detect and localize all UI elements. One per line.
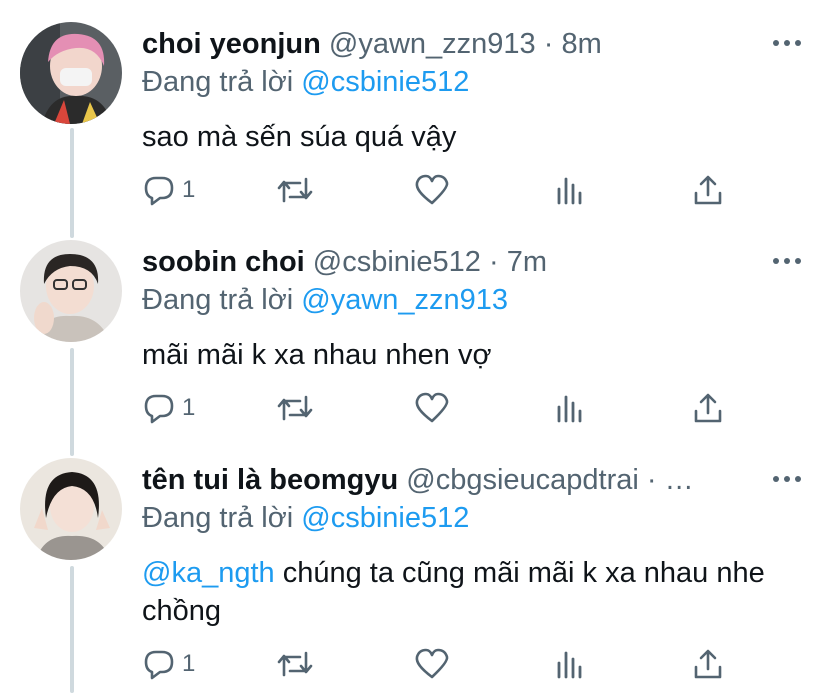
- tweet-text: mãi mãi k xa nhau nhen vợ: [142, 336, 802, 374]
- reply-to-mention[interactable]: @csbinie512: [301, 66, 469, 98]
- avatar[interactable]: [20, 22, 122, 124]
- tweet[interactable]: choi yeonjun @yawn_zzn913 · 8m Đang trả …: [0, 22, 828, 222]
- retweet-button[interactable]: [276, 170, 314, 210]
- reply-button[interactable]: 1: [142, 388, 195, 428]
- timestamp[interactable]: 7m: [507, 246, 547, 278]
- action-bar: 1: [142, 644, 742, 684]
- retweet-icon: [276, 391, 314, 425]
- retweet-button[interactable]: [276, 388, 314, 428]
- replying-prefix: Đang trả lời: [142, 66, 294, 98]
- heart-icon: [414, 647, 450, 681]
- analytics-icon: [554, 173, 586, 207]
- reply-icon: [142, 173, 176, 207]
- action-bar: 1: [142, 170, 742, 210]
- reply-to-mention[interactable]: @yawn_zzn913: [301, 284, 508, 316]
- tweet-text-content: mãi mãi k xa nhau nhen vợ: [142, 339, 492, 371]
- heart-icon: [414, 391, 450, 425]
- reply-icon: [142, 391, 176, 425]
- separator: ·: [646, 464, 657, 496]
- share-button[interactable]: [692, 170, 724, 210]
- like-button[interactable]: [414, 170, 450, 210]
- views-button[interactable]: [554, 644, 586, 684]
- retweet-icon: [276, 173, 314, 207]
- avatar[interactable]: [20, 240, 122, 342]
- tweet-text: @ka_ngth chúng ta cũng mãi mãi k xa nhau…: [142, 554, 802, 630]
- share-icon: [692, 173, 724, 207]
- separator: ·: [488, 246, 499, 278]
- reply-count: 1: [182, 650, 196, 677]
- replying-to: Đang trả lời @csbinie512: [142, 64, 469, 100]
- reply-icon: [142, 647, 176, 681]
- author-handle[interactable]: @yawn_zzn913: [329, 28, 536, 60]
- analytics-icon: [554, 391, 586, 425]
- avatar[interactable]: [20, 458, 122, 560]
- more-horizontal-icon[interactable]: [772, 254, 802, 268]
- action-bar: 1: [142, 388, 742, 428]
- views-button[interactable]: [554, 170, 586, 210]
- tweet-header: tên tui là beomgyu @cbgsieucapdtrai · …: [142, 462, 768, 498]
- author-handle[interactable]: @cbgsieucapdtrai: [406, 464, 639, 496]
- tweet-text: sao mà sến súa quá vậy: [142, 118, 802, 156]
- author-handle[interactable]: @csbinie512: [313, 246, 481, 278]
- share-icon: [692, 391, 724, 425]
- share-button[interactable]: [692, 644, 724, 684]
- reply-count: 1: [182, 394, 196, 421]
- like-button[interactable]: [414, 388, 450, 428]
- separator: ·: [543, 28, 554, 60]
- text-mention[interactable]: @ka_ngth: [142, 557, 275, 589]
- tweet-text-content: sao mà sến súa quá vậy: [142, 121, 457, 153]
- reply-button[interactable]: 1: [142, 644, 195, 684]
- timestamp[interactable]: 8m: [561, 28, 601, 60]
- replying-to: Đang trả lời @csbinie512: [142, 500, 469, 536]
- author-name[interactable]: tên tui là beomgyu: [142, 464, 398, 496]
- tweet[interactable]: soobin choi @csbinie512 · 7m Đang trả lờ…: [0, 240, 828, 440]
- replying-to: Đang trả lời @yawn_zzn913: [142, 282, 508, 318]
- reply-count: 1: [182, 176, 196, 203]
- share-button[interactable]: [692, 388, 724, 428]
- replying-prefix: Đang trả lời: [142, 284, 294, 316]
- retweet-icon: [276, 647, 314, 681]
- timestamp[interactable]: …: [665, 464, 694, 496]
- more-horizontal-icon[interactable]: [772, 472, 802, 486]
- replying-prefix: Đang trả lời: [142, 502, 294, 534]
- tweet[interactable]: tên tui là beomgyu @cbgsieucapdtrai · … …: [0, 458, 828, 693]
- analytics-icon: [554, 647, 586, 681]
- reply-to-mention[interactable]: @csbinie512: [301, 502, 469, 534]
- like-button[interactable]: [414, 644, 450, 684]
- author-name[interactable]: soobin choi: [142, 246, 305, 278]
- author-name[interactable]: choi yeonjun: [142, 28, 321, 60]
- share-icon: [692, 647, 724, 681]
- heart-icon: [414, 173, 450, 207]
- tweet-header: choi yeonjun @yawn_zzn913 · 8m: [142, 26, 768, 62]
- retweet-button[interactable]: [276, 644, 314, 684]
- views-button[interactable]: [554, 388, 586, 428]
- more-horizontal-icon[interactable]: [772, 36, 802, 50]
- reply-button[interactable]: 1: [142, 170, 195, 210]
- tweet-header: soobin choi @csbinie512 · 7m: [142, 244, 768, 280]
